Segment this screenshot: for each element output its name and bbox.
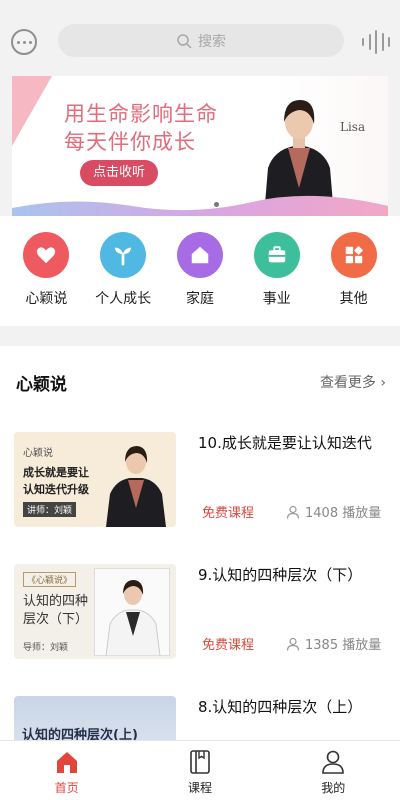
play-count: 1408 播放量 bbox=[286, 502, 381, 521]
course-title[interactable]: 9.认知的四种层次（下） bbox=[198, 564, 362, 585]
free-course-badge: 免费课程 bbox=[202, 638, 255, 653]
home-icon bbox=[176, 232, 223, 278]
play-count-text: 1408 播放量 bbox=[305, 506, 382, 521]
thumb-title-line1: 认知的四种 bbox=[23, 594, 89, 609]
course-item[interactable]: 《心颖说》 认知的四种 层次（下） 导师：刘颖 9.认知的四种层次（下） 免费课… bbox=[0, 564, 400, 664]
top-bar: 搜索 bbox=[0, 0, 400, 80]
tab-label: 首页 bbox=[54, 781, 79, 795]
category-label: 家庭 bbox=[185, 291, 214, 307]
speaker-name: Lisa bbox=[340, 120, 366, 134]
thumb-series: 心颖说 bbox=[23, 448, 53, 459]
view-more-label: 查看更多 bbox=[319, 375, 376, 391]
course-title[interactable]: 10.成长就是要让认知迭代 bbox=[198, 432, 372, 453]
banner-headline: 用生命影响生命 bbox=[64, 102, 218, 126]
user-icon bbox=[286, 505, 300, 519]
speaker-photo bbox=[105, 580, 161, 656]
thumb-author: 导师：刘颖 bbox=[23, 643, 69, 653]
xinyingshuo-section: 心颖说 查看更多 › 心颖说 成长就是要让 认知迭代升级 讲师：刘颖 10.成长… bbox=[0, 346, 400, 791]
banner-decoration bbox=[12, 76, 52, 146]
category-label: 个人成长 bbox=[95, 291, 152, 307]
carousel-indicator[interactable] bbox=[196, 202, 219, 207]
course-thumbnail[interactable]: 心颖说 成长就是要让 认知迭代升级 讲师：刘颖 bbox=[14, 432, 176, 527]
category-other[interactable]: 其他 bbox=[318, 216, 390, 326]
search-placeholder: 搜索 bbox=[198, 33, 226, 50]
thumb-series: 《心颖说》 bbox=[23, 572, 77, 587]
tab-home[interactable]: 首页 bbox=[27, 741, 107, 800]
category-career[interactable]: 事业 bbox=[241, 216, 313, 326]
more-options-icon[interactable] bbox=[11, 29, 37, 55]
category-personal-growth[interactable]: 个人成长 bbox=[87, 216, 159, 326]
section-title: 心颖说 bbox=[16, 375, 67, 395]
search-input[interactable]: 搜索 bbox=[58, 24, 344, 57]
search-icon bbox=[177, 33, 192, 48]
home-icon bbox=[56, 752, 77, 773]
play-count-text: 1385 播放量 bbox=[305, 638, 382, 653]
free-course-badge: 免费课程 bbox=[202, 506, 255, 521]
category-label: 其他 bbox=[339, 291, 368, 307]
user-icon bbox=[322, 750, 345, 774]
audio-wave-icon[interactable] bbox=[362, 30, 390, 54]
briefcase-icon bbox=[253, 232, 300, 278]
tab-courses[interactable]: 课程 bbox=[160, 741, 240, 800]
thumb-title-line2: 认知迭代升级 bbox=[23, 483, 89, 496]
user-icon bbox=[286, 637, 300, 651]
course-item[interactable]: 心颖说 成长就是要让 认知迭代升级 讲师：刘颖 10.成长就是要让认知迭代 免费… bbox=[0, 432, 400, 532]
tab-label: 我的 bbox=[321, 781, 346, 795]
bottom-tab-bar: 首页 课程 我的 bbox=[0, 740, 400, 800]
chevron-right-icon: › bbox=[380, 375, 386, 391]
book-icon bbox=[190, 750, 210, 774]
heart-icon bbox=[23, 232, 70, 278]
view-more-link[interactable]: 查看更多 › bbox=[320, 372, 386, 392]
banner-subheadline: 每天伴你成长 bbox=[64, 130, 196, 154]
play-count: 1385 播放量 bbox=[286, 634, 381, 653]
course-title[interactable]: 8.认知的四种层次（上） bbox=[198, 696, 362, 717]
course-thumbnail[interactable]: 《心颖说》 认知的四种 层次（下） 导师：刘颖 bbox=[14, 564, 176, 659]
tab-profile[interactable]: 我的 bbox=[293, 741, 373, 800]
category-row: 心颖说 个人成长 家庭 事业 其他 bbox=[0, 216, 400, 326]
thumb-author: 讲师：刘颖 bbox=[23, 502, 77, 517]
speaker-photo bbox=[106, 446, 166, 527]
listen-button[interactable]: 点击收听 bbox=[80, 160, 158, 186]
grid-icon bbox=[330, 232, 377, 278]
category-xinyingshuo[interactable]: 心颖说 bbox=[10, 216, 82, 326]
promo-banner[interactable]: 用生命影响生命 每天伴你成长 点击收听 Lisa bbox=[12, 76, 388, 216]
category-family[interactable]: 家庭 bbox=[164, 216, 236, 326]
category-label: 事业 bbox=[262, 291, 291, 307]
thumb-title-line1: 成长就是要让 bbox=[23, 466, 89, 479]
sprout-icon bbox=[100, 232, 147, 278]
thumb-title-line2: 层次（下） bbox=[23, 612, 89, 627]
section-header: 心颖说 查看更多 › bbox=[0, 346, 400, 408]
category-label: 心颖说 bbox=[25, 291, 68, 307]
tab-label: 课程 bbox=[187, 781, 212, 795]
